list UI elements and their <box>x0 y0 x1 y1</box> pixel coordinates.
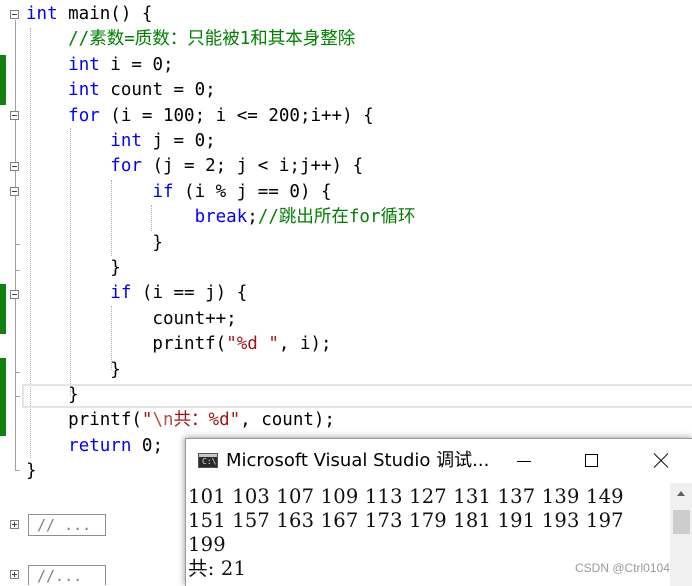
console-title: Microsoft Visual Studio 调试... <box>226 450 490 471</box>
console-titlebar[interactable]: C:\ Microsoft Visual Studio 调试... <box>186 439 692 483</box>
code-line[interactable]: if (i % j == 0) { <box>26 180 332 205</box>
close-icon[interactable] <box>641 445 681 477</box>
code-token: count = 0; <box>99 80 216 101</box>
code-token: , count); <box>240 410 335 431</box>
code-line[interactable]: } <box>26 358 121 383</box>
expand-icon[interactable] <box>10 520 19 529</box>
collapse-icon[interactable] <box>10 162 19 171</box>
fold-end-marker <box>15 396 20 397</box>
fold-line <box>15 20 16 470</box>
string-token: "%d " <box>226 334 279 355</box>
code-line[interactable]: int main() { <box>26 2 152 27</box>
code-token: printf( <box>26 334 227 355</box>
code-line[interactable]: for (i = 100; i <= 200;i++) { <box>26 104 374 129</box>
code-token: (i == j) { <box>131 283 248 304</box>
code-token: } <box>26 461 37 482</box>
code-token: main() { <box>57 4 153 24</box>
code-line[interactable]: return 0; <box>26 434 163 459</box>
collapse-icon[interactable] <box>10 290 19 299</box>
code-token: ; <box>247 207 258 228</box>
fold-end-marker <box>15 244 20 245</box>
collapsed-region[interactable]: //... <box>28 565 106 585</box>
code-line[interactable]: int j = 0; <box>26 129 216 154</box>
keyword-token: int <box>110 131 142 151</box>
console-output-line: 199 <box>188 533 226 556</box>
code-line[interactable]: int i = 0; <box>26 53 174 78</box>
comment-token: //跳出所在for循环 <box>257 207 416 228</box>
console-output-line: 共: 21 <box>188 557 247 580</box>
code-line[interactable]: printf("\n共：%d", count); <box>26 408 335 433</box>
console-output-line: 151 157 163 167 173 179 181 191 193 197 <box>188 509 624 532</box>
maximize-icon[interactable] <box>572 445 612 477</box>
minimize-icon[interactable] <box>504 445 544 477</box>
string-token: " <box>141 410 153 431</box>
code-token: j = 0; <box>141 131 216 151</box>
collapse-icon[interactable] <box>10 111 19 120</box>
fold-end-marker <box>15 470 20 471</box>
fold-end-marker <box>15 270 20 271</box>
string-token: 共：%d" <box>173 410 241 431</box>
keyword-token: int <box>26 4 58 24</box>
code-line[interactable]: printf("%d ", i); <box>26 332 332 357</box>
keyword-token: int <box>68 54 100 75</box>
fold-end-marker <box>15 372 20 373</box>
change-marker <box>0 55 6 105</box>
code-token: printf( <box>26 410 142 431</box>
keyword-token: for <box>68 105 100 126</box>
keyword-token: int <box>68 80 100 101</box>
code-line[interactable]: for (j = 2; j < i;j++) { <box>26 154 363 179</box>
code-line[interactable]: //素数=质数：只能被1和其本身整除 <box>26 27 355 52</box>
code-line[interactable]: count++; <box>26 307 237 332</box>
code-token: } <box>26 359 121 380</box>
code-line[interactable]: int count = 0; <box>26 78 216 103</box>
console-scrollbar[interactable] <box>670 483 692 586</box>
scroll-thumb[interactable] <box>673 510 690 534</box>
code-line[interactable]: } <box>26 459 37 484</box>
code-token: i = 0; <box>99 54 174 75</box>
keyword-token: return <box>68 435 132 456</box>
code-token: } <box>26 385 79 405</box>
console-app-icon: C:\ <box>198 453 218 468</box>
collapse-icon[interactable] <box>10 10 19 19</box>
code-token: (j = 2; j < i;j++) { <box>141 156 364 177</box>
console-output-line: 101 103 107 109 113 127 131 137 139 149 <box>188 485 624 508</box>
keyword-token: if <box>152 181 174 202</box>
code-line[interactable]: } <box>26 383 79 408</box>
code-line[interactable]: } <box>26 231 163 256</box>
code-line[interactable]: if (i == j) { <box>26 281 247 306</box>
code-token: } <box>26 258 121 278</box>
comment-token: //素数=质数：只能被1和其本身整除 <box>26 29 356 50</box>
keyword-token: break <box>194 207 248 228</box>
code-token: } <box>26 232 163 253</box>
string-token: \n <box>152 410 174 431</box>
code-token: , i); <box>278 334 332 355</box>
watermark: CSDN @Ctrl0104 <box>575 561 670 575</box>
collapse-icon[interactable] <box>10 187 19 196</box>
change-marker <box>0 358 6 436</box>
code-token: 0; <box>131 435 163 456</box>
code-token: (i % j == 0) { <box>173 181 332 202</box>
code-token: (i = 100; i <= 200;i++) { <box>99 105 374 126</box>
change-marker <box>0 284 6 334</box>
collapsed-region[interactable]: // ... <box>28 514 106 536</box>
keyword-token: if <box>110 283 132 304</box>
expand-icon[interactable] <box>10 570 19 579</box>
code-line[interactable]: break;//跳出所在for循环 <box>26 205 416 230</box>
code-line[interactable]: } <box>26 256 121 281</box>
code-token: count++; <box>26 308 237 329</box>
keyword-token: for <box>110 156 142 177</box>
scroll-up-icon[interactable] <box>670 483 692 505</box>
current-line-highlight <box>22 384 692 408</box>
